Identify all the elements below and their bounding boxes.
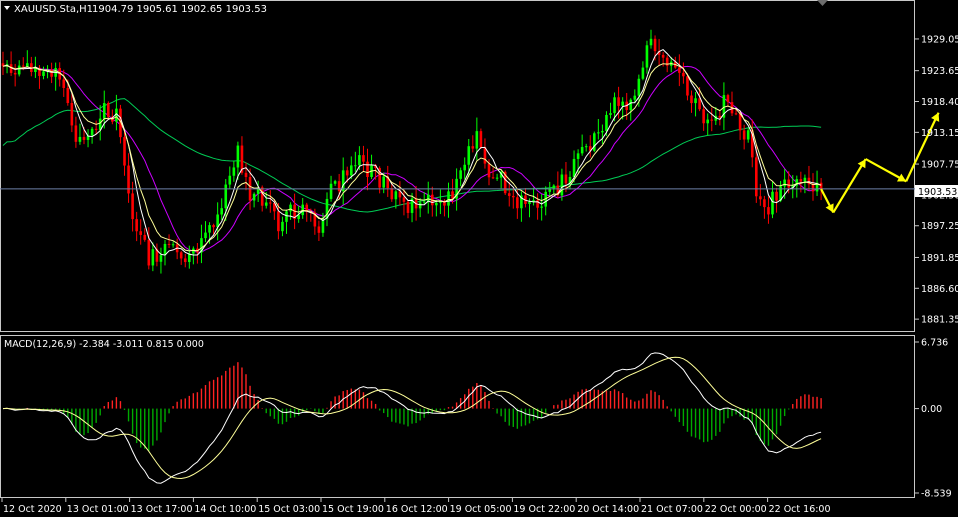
trading-chart[interactable]: XAUUSD.Sta,H1 1904.79 1905.61 1902.65 19… xyxy=(0,0,958,517)
price-tick-label: 1897.25 xyxy=(921,221,958,232)
time-tick-label: 21 Oct 07:00 xyxy=(641,504,703,515)
macd-tick-label: 0.00 xyxy=(921,404,942,415)
candle xyxy=(479,128,483,149)
time-tick-label: 22 Oct 00:00 xyxy=(705,504,767,515)
price-tick: 1918.40 xyxy=(915,97,958,108)
ohlc-label: 1904.79 1905.61 1902.65 1903.53 xyxy=(92,4,267,15)
time-tick-label: 13 Oct 01:00 xyxy=(67,504,129,515)
time-tick-label: 19 Oct 05:00 xyxy=(450,504,512,515)
price-tick: 1897.25 xyxy=(915,221,958,232)
price-tick: 1929.05 xyxy=(915,34,958,45)
time-tick-label: 15 Oct 03:00 xyxy=(258,504,320,515)
macd-tick-label: -8.539 xyxy=(921,489,952,500)
price-tick-label: 1929.05 xyxy=(921,34,958,45)
price-tick: 1886.60 xyxy=(915,284,958,295)
macd-tick-label: 6.736 xyxy=(921,338,948,349)
price-tick: 1891.85 xyxy=(915,253,958,264)
price-tick: 1907.75 xyxy=(915,160,958,171)
symbol-label: XAUUSD.Sta,H1 xyxy=(14,4,93,15)
time-tick-label: 19 Oct 22:00 xyxy=(513,504,575,515)
price-tick: 1881.35 xyxy=(915,315,958,326)
time-tick-label: 15 Oct 19:00 xyxy=(322,504,384,515)
price-tick-label: 1907.75 xyxy=(921,160,958,171)
time-tick-label: 12 Oct 2020 xyxy=(3,504,62,515)
price-tick-label: 1886.60 xyxy=(921,284,958,295)
price-tick-label: 1881.35 xyxy=(921,315,958,326)
current-price-text: 1903.53 xyxy=(918,187,957,198)
price-tick-label: 1913.15 xyxy=(921,128,958,139)
time-tick-label: 13 Oct 17:00 xyxy=(131,504,193,515)
chart-header: XAUUSD.Sta,H1 1904.79 1905.61 1902.65 19… xyxy=(4,4,267,15)
macd-tick: -8.539 xyxy=(915,489,952,500)
price-tick-label: 1891.85 xyxy=(921,253,958,264)
current-price-label: 1903.53 xyxy=(915,185,958,198)
price-tick-label: 1923.65 xyxy=(921,66,958,77)
candle xyxy=(593,131,596,153)
time-tick-label: 16 Oct 12:00 xyxy=(386,504,448,515)
price-tick: 1913.15 xyxy=(915,128,958,139)
time-tick-label: 14 Oct 10:00 xyxy=(194,504,256,515)
macd-label: MACD(12,26,9) -2.384 -3.011 0.815 0.000 xyxy=(4,339,204,350)
time-tick-label: 22 Oct 16:00 xyxy=(769,504,831,515)
price-tick: 1923.65 xyxy=(915,66,958,77)
price-tick-label: 1918.40 xyxy=(921,97,958,108)
time-tick-label: 20 Oct 14:00 xyxy=(577,504,639,515)
